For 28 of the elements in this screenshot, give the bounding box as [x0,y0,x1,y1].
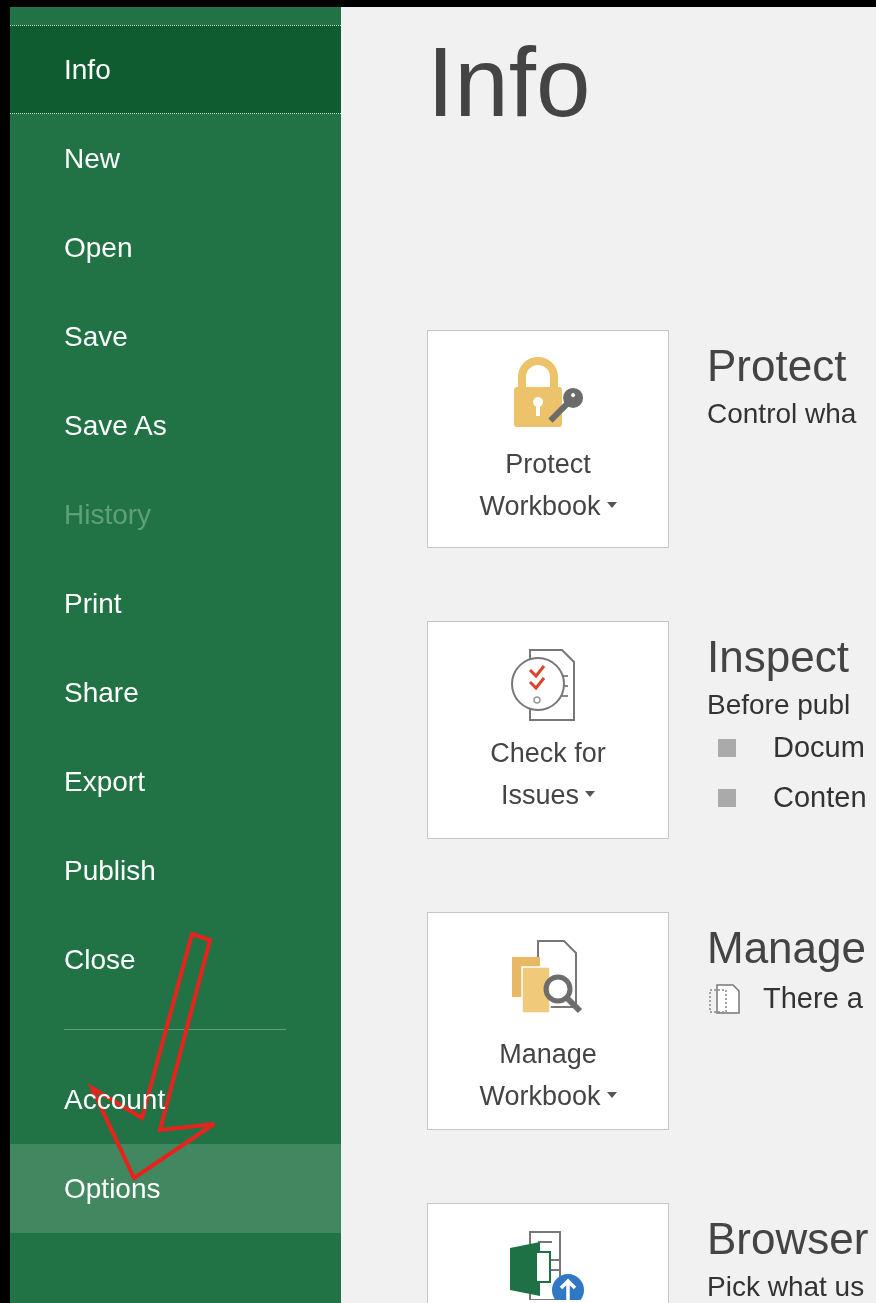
sidebar-item[interactable]: New [10,114,341,203]
entry-text: There a [763,981,863,1017]
sidebar-item[interactable]: Info [10,25,341,114]
tile-button[interactable]: Check for Issues [427,621,669,839]
section-description: Pick what us [707,1270,866,1303]
sidebar-item[interactable]: Print [10,559,341,648]
entry-text: Docum [773,730,865,766]
tile-button[interactable]: Protect Workbook [427,330,669,548]
tile-button[interactable]: Manage Workbook [427,912,669,1130]
section-heading: Manage [707,922,866,974]
bullet-icon [718,739,736,757]
section-description: Before publ [707,688,852,722]
section-heading: Browser [707,1213,869,1265]
sidebar-item[interactable]: Open [10,203,341,292]
sidebar-item[interactable]: Save As [10,381,341,470]
sidebar-item[interactable]: Publish [10,826,341,915]
sidebar-item[interactable]: Save [10,292,341,381]
section-heading: Inspect [707,631,850,683]
document-icon [707,983,741,1015]
bullet-icon [718,789,736,807]
sidebar-item[interactable]: Share [10,648,341,737]
sidebar-item[interactable]: Close [10,915,341,1004]
section-description: Control wha [707,397,857,431]
section-heading: Protect [707,340,848,392]
page-title: Info [427,33,592,139]
sidebar-item[interactable]: Export [10,737,341,826]
sidebar-item[interactable]: Options [10,1144,341,1233]
entry-text: Conten [773,780,867,816]
